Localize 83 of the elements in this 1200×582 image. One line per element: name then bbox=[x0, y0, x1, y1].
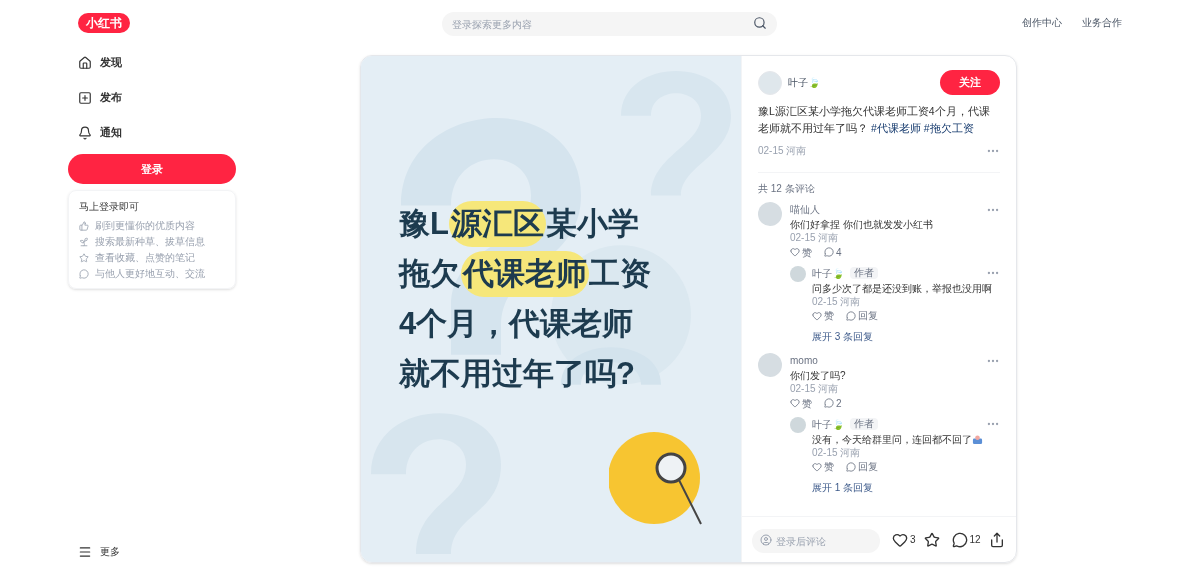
feature-text: 与他人更好地互动、交流 bbox=[95, 267, 205, 280]
title-text: 4个月，代课老师 bbox=[399, 305, 634, 343]
title-text: 工资 bbox=[589, 255, 651, 293]
highlighted-title-text: 源汇区 bbox=[448, 201, 546, 247]
commenter-name[interactable]: momo bbox=[790, 353, 818, 368]
card-title: 马上登录即可 bbox=[79, 200, 140, 214]
speech-bubble-icon bbox=[846, 461, 856, 472]
thumb-icon bbox=[79, 220, 89, 231]
comment-text: 你们发了吗? bbox=[790, 369, 847, 383]
speech-bubble-icon bbox=[824, 247, 834, 257]
commenter-name[interactable]: 喵仙人 bbox=[790, 202, 820, 217]
sidebar-item[interactable]: 发现 bbox=[68, 45, 236, 80]
comment-meta: 02-15 河南 bbox=[790, 232, 840, 245]
star-icon[interactable] bbox=[923, 531, 940, 548]
comment-meta: 02-15 河南 bbox=[790, 383, 840, 396]
plus-icon bbox=[78, 90, 92, 105]
sprout-icon bbox=[79, 236, 89, 247]
bell-icon bbox=[78, 125, 92, 140]
speech-bubble-icon bbox=[846, 310, 856, 321]
post-text: 豫L源汇区某小学拖欠代课老师工资4个月，代课老师就不用过年了吗？ #代课老师 #拖欠工资 bbox=[758, 104, 991, 136]
reply-button[interactable]: 回复 bbox=[846, 308, 878, 323]
like-button[interactable]: 赞 bbox=[812, 308, 834, 323]
heart-icon bbox=[790, 247, 800, 257]
menu-icon bbox=[78, 544, 92, 559]
avatar[interactable] bbox=[758, 70, 782, 95]
heart-icon bbox=[790, 398, 800, 408]
comment-field[interactable]: 登录后评论 bbox=[752, 529, 880, 553]
feature-text: 刷到更懂你的优质内容 bbox=[95, 219, 195, 232]
author-badge: 作者 bbox=[850, 267, 878, 279]
comment-count: 共 12 条评论 bbox=[758, 182, 816, 196]
like-button[interactable]: 赞 bbox=[790, 244, 812, 260]
reply-count-button[interactable]: 4 bbox=[824, 244, 842, 260]
avatar[interactable] bbox=[790, 416, 806, 433]
logo[interactable]: 小红书 bbox=[78, 12, 130, 33]
title-text: 拖欠 bbox=[399, 255, 461, 293]
expand-replies-link[interactable]: 展开 1 条回复 bbox=[812, 481, 874, 495]
reply-count-button[interactable]: 2 bbox=[824, 395, 842, 411]
author-name[interactable]: 叶子🍃 bbox=[788, 75, 820, 90]
sidebar-item[interactable]: 发布 bbox=[68, 80, 236, 115]
more-menu[interactable]: 更多 bbox=[68, 544, 236, 559]
post-meta: 02-15 河南 bbox=[758, 144, 807, 158]
search-icon[interactable] bbox=[753, 15, 767, 30]
like-button[interactable]: 赞 bbox=[812, 459, 834, 474]
author-badge: 作者 bbox=[850, 418, 878, 430]
home-icon bbox=[78, 55, 92, 70]
feature-text: 查看收藏、点赞的笔记 bbox=[95, 251, 195, 264]
commenter-name[interactable]: 叶子🍃 bbox=[812, 265, 844, 281]
chat-icon bbox=[79, 268, 89, 279]
comment-text: 问多少次了都是还没到账，举报也没用啊 bbox=[812, 281, 992, 296]
comment-meta: 02-15 河南 bbox=[812, 295, 862, 308]
speech-bubble-icon bbox=[824, 398, 834, 408]
hashtag-link[interactable]: #拖欠工资 bbox=[920, 122, 974, 134]
header-link[interactable]: 业务合作 bbox=[1082, 15, 1122, 30]
login-button[interactable]: 登录 bbox=[68, 154, 236, 184]
comments-button[interactable]: 12 bbox=[951, 531, 981, 548]
comment-meta: 02-15 河南 bbox=[812, 446, 862, 459]
like-button[interactable]: 3 bbox=[892, 531, 916, 548]
search-field[interactable]: 登录探索更多内容 bbox=[442, 12, 777, 36]
commenter-name[interactable]: 叶子🍃 bbox=[812, 416, 844, 432]
avatar[interactable] bbox=[790, 265, 806, 282]
expand-replies-link[interactable]: 展开 3 条回复 bbox=[812, 330, 874, 344]
header-link[interactable]: 创作中心 bbox=[1022, 15, 1062, 30]
title-text: 某小学 bbox=[545, 205, 639, 243]
star-icon bbox=[79, 252, 89, 263]
sidebar-item[interactable]: 通知 bbox=[68, 115, 236, 150]
title-text: 就不用过年了吗? bbox=[399, 355, 635, 393]
avatar[interactable] bbox=[758, 202, 782, 226]
share-icon[interactable] bbox=[988, 531, 1005, 548]
title-text: 豫L bbox=[399, 205, 449, 243]
heart-icon bbox=[812, 310, 822, 321]
heart-icon bbox=[892, 531, 908, 548]
comment-text: 你们好拿捏 你们也就发发小红书 bbox=[790, 218, 934, 232]
reply-button[interactable]: 回复 bbox=[846, 459, 878, 474]
avatar[interactable] bbox=[758, 353, 782, 377]
hashtag-link[interactable]: #代课老师 bbox=[868, 122, 921, 134]
like-button[interactable]: 赞 bbox=[790, 395, 812, 411]
speech-bubble-icon bbox=[951, 531, 968, 548]
feature-text: 搜索最新种草、拔草信息 bbox=[95, 235, 205, 248]
comment-text: 没有，今天给群里问，连回都不回了 bbox=[812, 432, 972, 447]
follow-button[interactable]: 关注 bbox=[940, 70, 1000, 95]
highlighted-title-text: 代课老师 bbox=[461, 251, 589, 297]
heart-icon bbox=[812, 461, 822, 472]
user-icon bbox=[760, 533, 772, 546]
